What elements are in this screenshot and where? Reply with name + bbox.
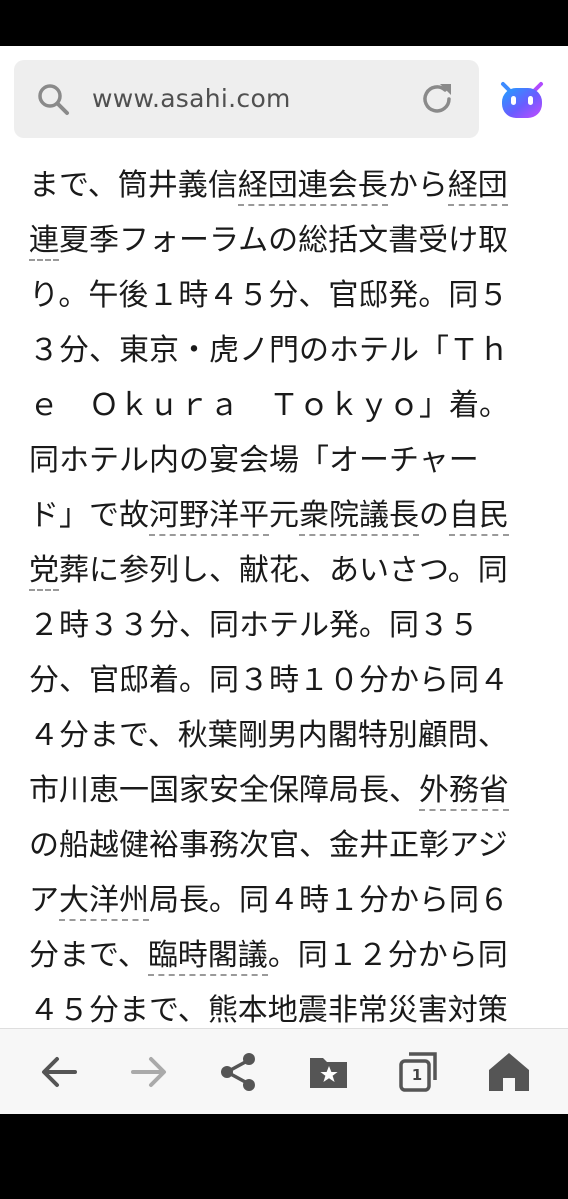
assistant-bot-icon[interactable] [497,74,547,124]
article-text: 夏季フォーラムの総括文書受け取 [59,223,509,258]
search-icon [38,84,69,115]
article-line: ３分、東京・虎ノ門のホテル「Ｔｈ [29,333,509,368]
article-line: ４５分まで、熊本地震非常災害対策 [29,983,549,1028]
share-icon [221,1053,255,1091]
article-line: ４分まで、秋葉剛男内閣特別顧問、 [29,718,508,753]
keyword-link[interactable]: 外務省 [419,773,509,811]
article-text: ド」で故 [29,498,149,533]
article-line: ２時３３分、同ホテル発。同３５ [29,608,479,643]
tab-count: 1 [411,1066,423,1084]
bookmarks-button[interactable] [307,1050,351,1094]
article-text: ４５分まで、 [29,993,208,1028]
keyword-link[interactable]: 経団連会長 [237,168,388,206]
article-body: まで、筒井義信経団連会長から経団 連夏季フォーラムの総括文書受け取 り。午後１時… [29,158,549,1028]
article-text: の [419,498,449,533]
back-arrow-icon [42,1057,77,1087]
article-text: 元 [269,498,299,533]
article-line: 連夏季フォーラムの総括文書受け取 [29,213,549,268]
keyword-link[interactable]: 党 [29,553,59,591]
address-bar[interactable]: www.asahi.com [14,60,479,138]
browser-toolbar: 1 [0,1028,568,1115]
article-line: 党葬に参列し、献花、あいさつ。同 [29,543,549,598]
share-button[interactable] [217,1050,261,1094]
article-line: 同ホテル内の宴会場「オーチャー [29,443,479,478]
article-line: り。午後１時４５分、官邸発。同５ [29,278,509,313]
keyword-link[interactable]: 経団 [447,168,508,206]
article-line: の船越健裕事務次官、金井正彰アジ [29,828,508,863]
keyword-link[interactable]: 熊本地震 [207,993,328,1028]
keyword-link[interactable]: 臨時閣議 [147,938,268,976]
article-text: まで、筒井義信 [29,168,238,203]
article-text: 非常 [327,993,388,1028]
reload-icon[interactable] [418,80,456,118]
article-line: まで、筒井義信経団連会長から経団 [29,158,549,213]
forward-arrow-icon [131,1057,166,1087]
article-line: ア大洋州局長。同４時１分から同６ [29,873,549,928]
keyword-link[interactable]: 河野洋平 [149,498,269,536]
article-text: 分まで、 [29,938,148,973]
keyword-link[interactable]: 自民 [449,498,509,536]
article-line: ｅ Ｏｋｕｒａ Ｔｏｋｙｏ」着。 [29,388,509,423]
status-bar [0,0,568,46]
bookmark-folder-icon [310,1058,347,1088]
article-text: から [387,168,448,203]
article-line: 分、官邸着。同３時１０分から同４ [29,663,509,698]
keyword-link[interactable]: 災害対策 [387,993,508,1028]
article-line: ド」で故河野洋平元衆院議長の自民 [29,488,549,543]
back-button[interactable] [37,1050,81,1094]
article-text: 局長。同４時１分から同６ [149,883,509,918]
browser-header: www.asahi.com [0,46,568,153]
article-line: 分まで、臨時閣議。同１２分から同 [29,928,549,983]
article-viewport[interactable]: まで、筒井義信経団連会長から経団 連夏季フォーラムの総括文書受け取 り。午後１時… [0,152,568,1028]
article-line: 市川恵一国家安全保障局長、外務省 [29,763,549,818]
url-text[interactable]: www.asahi.com [92,82,291,116]
article-text: ア [29,883,59,918]
system-navigation-bar [0,1114,568,1199]
keyword-link[interactable]: 連 [29,223,59,261]
article-text: 市川恵一国家安全保障局長、 [29,773,419,808]
article-text: 。同１２分から同 [267,938,508,973]
tabs-button[interactable]: 1 [397,1050,441,1094]
forward-button[interactable] [127,1050,171,1094]
keyword-link[interactable]: 大洋州 [59,883,149,921]
home-button[interactable] [487,1050,531,1094]
article-text: 葬に参列し、献花、あいさつ。同 [59,553,508,588]
keyword-link[interactable]: 衆院議長 [299,498,419,536]
home-icon [489,1053,529,1091]
